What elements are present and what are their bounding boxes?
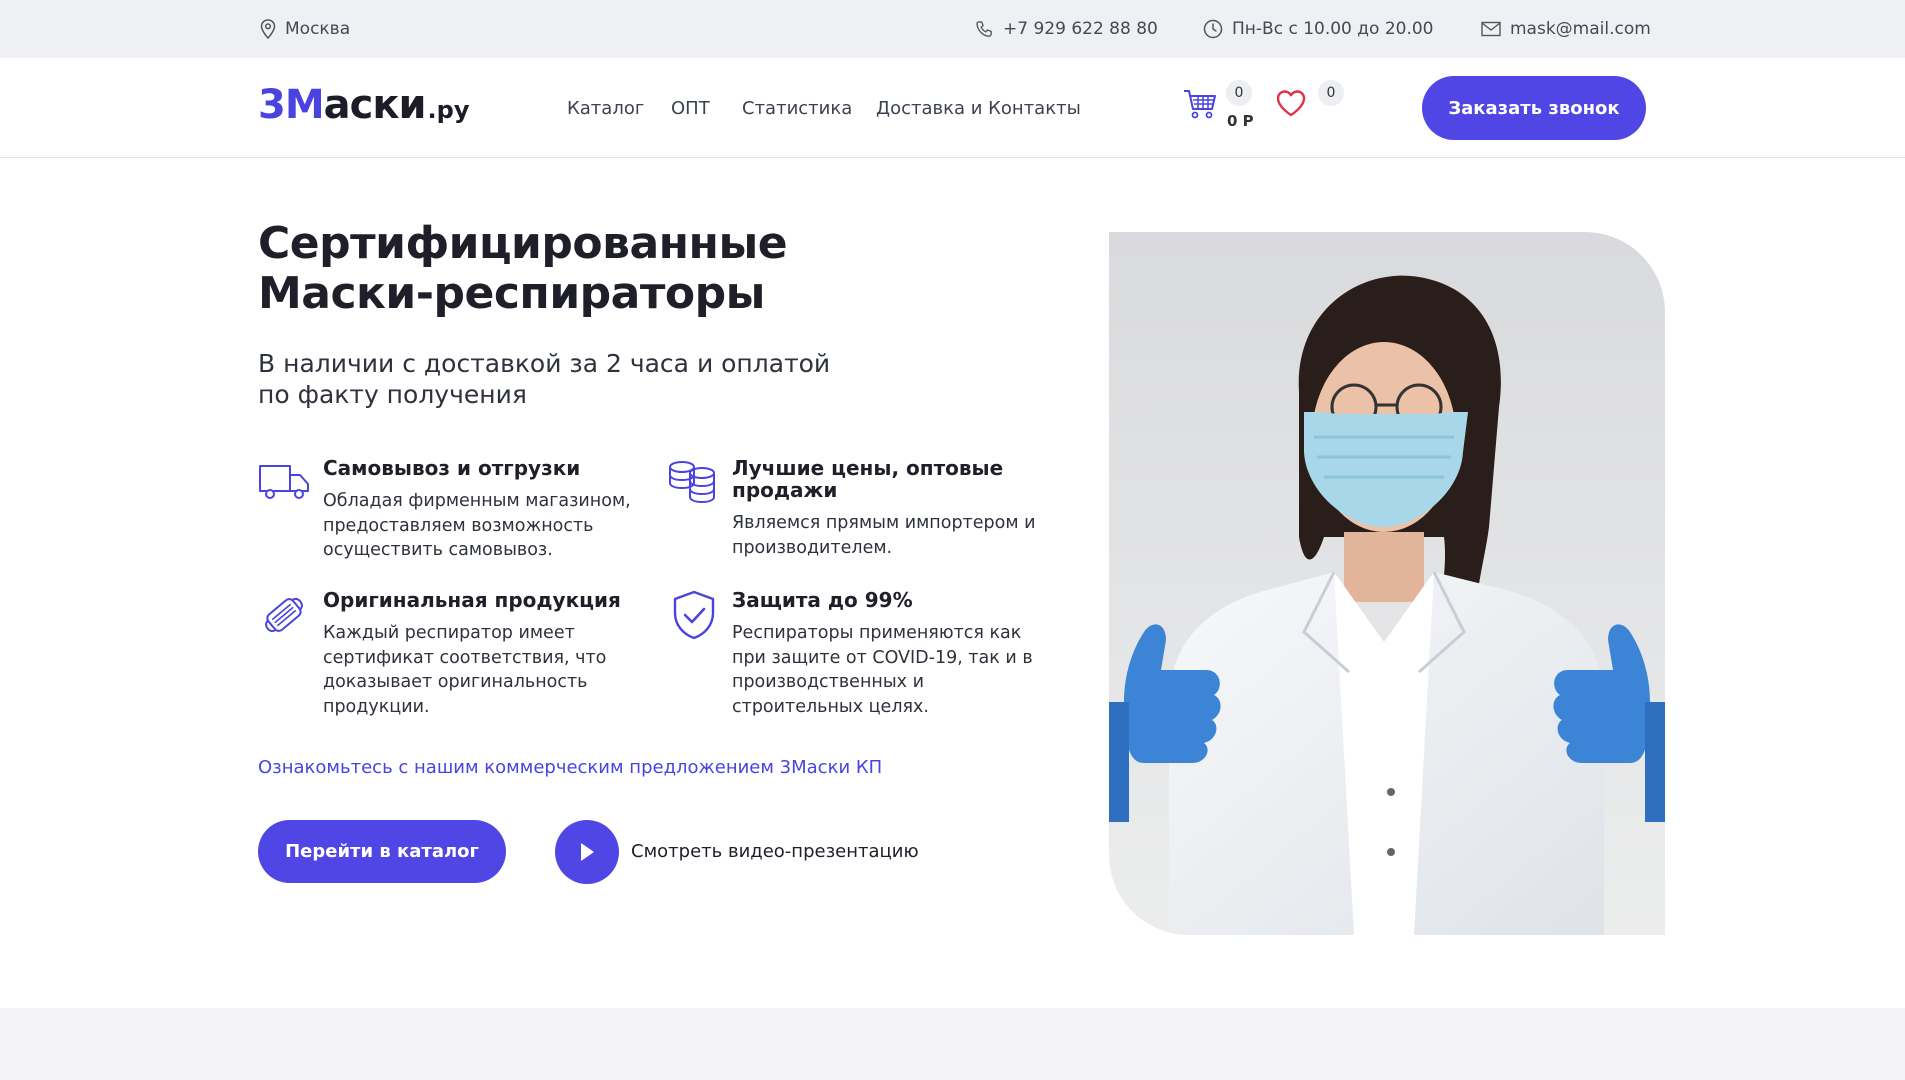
truck-icon (258, 463, 310, 505)
cart-sum: 0 Р (1227, 112, 1254, 130)
feature-original: Оригинальная продукция Каждый респиратор… (258, 589, 648, 719)
favorites-button[interactable] (1275, 88, 1307, 122)
nav-statistics[interactable]: Статистика (742, 58, 852, 158)
go-to-catalog-button[interactable]: Перейти в каталог (258, 820, 506, 883)
cart-button[interactable] (1183, 88, 1217, 124)
logo-part-1: 3М (258, 82, 325, 128)
clock-icon (1203, 19, 1223, 39)
phone-number: +7 929 622 88 80 (1003, 19, 1158, 39)
favorites-count-badge: 0 (1318, 80, 1344, 106)
hero-title-line-2: Маски-респираторы (258, 268, 765, 319)
city-label: Москва (285, 19, 351, 39)
site-logo[interactable]: 3М аски .ру (258, 82, 469, 132)
hero-image (1109, 232, 1665, 935)
feature-text: Являемся прямым импортером и производите… (732, 513, 1036, 558)
hero-title-line-1: Сертифицированные (258, 218, 788, 269)
feature-title: Самовывоз и отгрузки (323, 456, 581, 480)
play-video-button[interactable] (555, 820, 619, 884)
feature-title: Защита до 99% (732, 588, 913, 612)
cart-icon (1184, 90, 1216, 119)
callback-button[interactable]: Заказать звонок (1422, 76, 1646, 140)
top-bar: Москва +7 929 622 88 80 Пн-Вс с 10.00 до… (0, 0, 1905, 58)
mail-icon (1481, 21, 1501, 37)
feature-pickup: Самовывоз и отгрузки Обладая фирменным м… (258, 457, 648, 567)
feature-protection: Защита до 99% Респираторы применяются ка… (667, 589, 1067, 719)
working-hours-label: Пн-Вс с 10.00 до 20.00 (1232, 19, 1434, 39)
phone-icon (976, 20, 992, 37)
location-pin-icon (260, 19, 276, 39)
next-section-background (0, 1008, 1905, 1080)
nav-delivery-contacts[interactable]: Доставка и Контакты (876, 58, 1081, 158)
site-header: 3М аски .ру Каталог ОПТ Статистика Доставк… (0, 58, 1905, 158)
heart-icon (1276, 90, 1306, 117)
logo-part-2: аски (323, 82, 427, 128)
feature-prices: Лучшие цены, оптовые продажи Являемся пр… (667, 457, 1067, 567)
cart-count-badge: 0 (1226, 80, 1252, 106)
email-link[interactable]: mask@mail.com (1481, 0, 1651, 58)
feature-title: Лучшие цены, оптовые продажи (732, 456, 1004, 502)
feature-text: Респираторы применяются как при защите о… (732, 623, 1033, 717)
commercial-offer-link[interactable]: Ознакомьтесь с нашим коммерческим предло… (258, 757, 882, 778)
play-icon (581, 843, 594, 861)
city-info[interactable]: Москва (260, 0, 350, 58)
coins-icon (667, 459, 719, 509)
shield-check-icon (671, 589, 717, 645)
video-presentation-link[interactable]: Смотреть видео-презентацию (631, 841, 919, 862)
mask-icon (258, 591, 310, 643)
feature-title: Оригинальная продукция (323, 588, 621, 612)
working-hours: Пн-Вс с 10.00 до 20.00 (1203, 0, 1434, 58)
hero-subtitle: В наличии с доставкой за 2 часа и оплато… (258, 349, 831, 409)
nav-wholesale[interactable]: ОПТ (671, 58, 710, 158)
logo-part-3: .ру (427, 96, 470, 124)
phone-link[interactable]: +7 929 622 88 80 (975, 0, 1158, 58)
feature-text: Каждый респиратор имеет сертификат соотв… (323, 623, 607, 717)
email-address: mask@mail.com (1510, 19, 1651, 39)
nav-catalog[interactable]: Каталог (567, 58, 644, 158)
feature-text: Обладая фирменным магазином, предоставля… (323, 491, 631, 560)
